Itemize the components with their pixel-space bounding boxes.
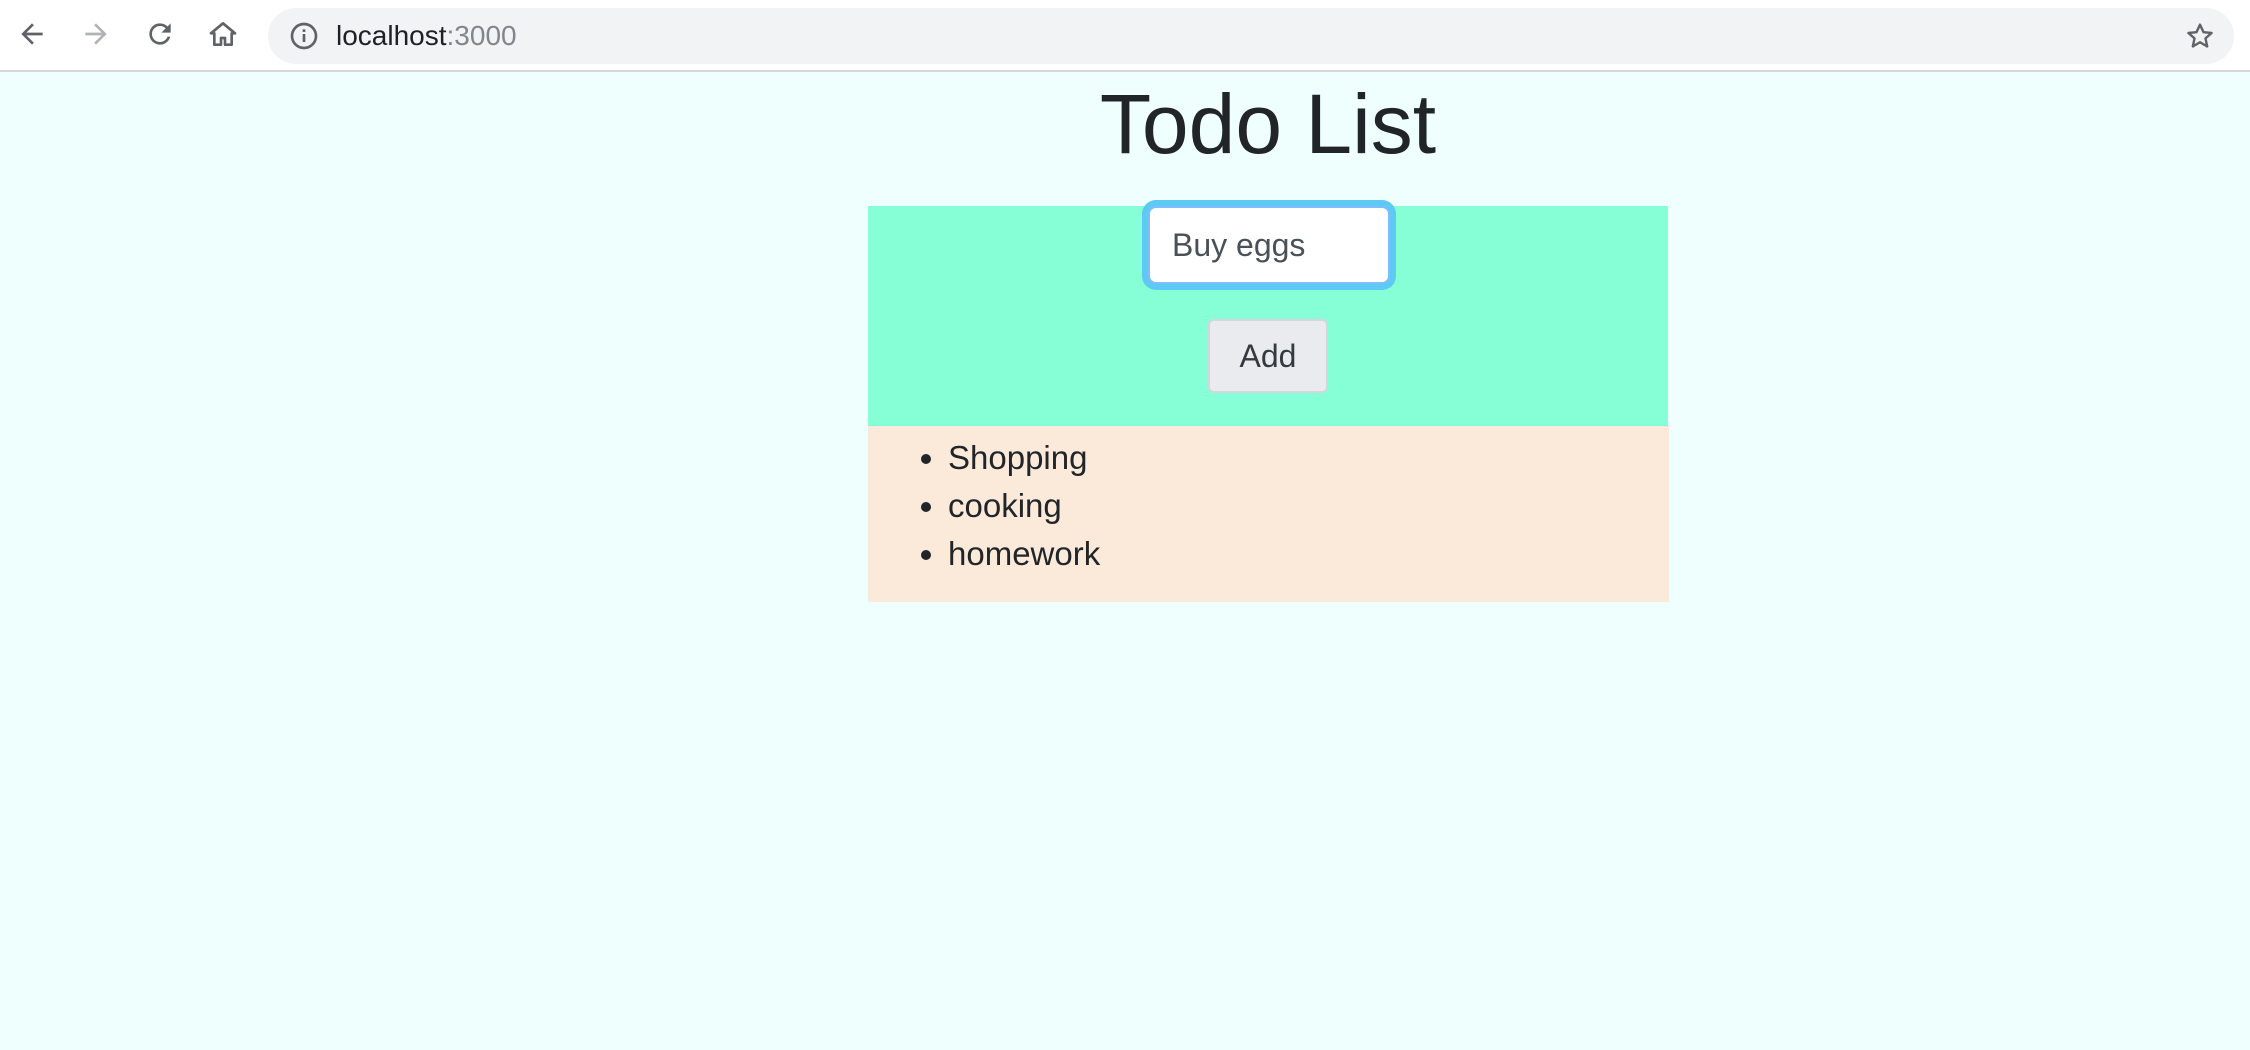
- todo-list-container: Shopping cooking homework: [868, 426, 1669, 602]
- todo-item: homework: [948, 530, 1100, 578]
- star-icon[interactable]: [2184, 20, 2216, 52]
- todo-list: Shopping cooking homework: [868, 426, 1100, 578]
- reload-icon[interactable]: [140, 14, 180, 54]
- back-arrow-icon[interactable]: [12, 14, 52, 54]
- page-title: Todo List: [1099, 77, 1437, 171]
- url-host: localhost: [336, 20, 447, 51]
- forward-arrow-icon[interactable]: [76, 14, 116, 54]
- todo-item: cooking: [948, 482, 1100, 530]
- home-icon[interactable]: [203, 14, 243, 54]
- url-port: :3000: [446, 20, 517, 51]
- add-button[interactable]: Add: [1208, 319, 1328, 393]
- todo-input[interactable]: [1148, 206, 1390, 284]
- info-icon[interactable]: [288, 20, 320, 52]
- todo-form: Add: [868, 206, 1668, 426]
- url-text[interactable]: localhost:3000: [336, 8, 517, 64]
- todo-item: Shopping: [948, 434, 1100, 482]
- browser-toolbar: localhost:3000: [0, 0, 2250, 72]
- address-bar[interactable]: localhost:3000: [268, 8, 2234, 64]
